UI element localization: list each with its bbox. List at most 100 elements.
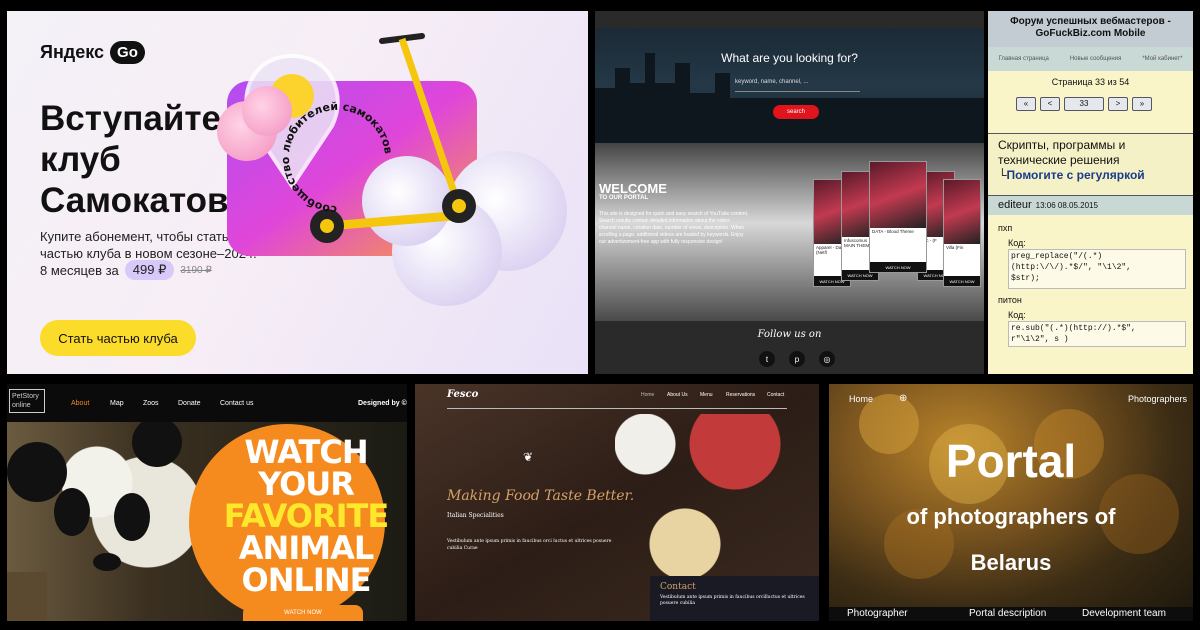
nav-zoos[interactable]: Zoos xyxy=(143,400,159,407)
white-cloud xyxy=(362,156,452,246)
footer-photographer[interactable]: Photographer xyxy=(847,608,908,619)
contact-text: Vestibulum ante ipsum primis in faucibus… xyxy=(660,595,805,606)
headline-line: ONLINE xyxy=(241,561,372,599)
watch-now-button[interactable]: WATCH NOW xyxy=(243,605,363,621)
menu-reservations[interactable]: Reservations xyxy=(726,392,755,398)
nav-divider xyxy=(447,408,787,409)
price-line: 8 месяцев за 499 ₽ 3190 ₽ xyxy=(40,260,212,280)
menu-about[interactable]: About Us xyxy=(667,392,688,398)
yandex-go-logo[interactable]: Яндекс Go xyxy=(40,41,145,64)
page-number-input[interactable]: 33 xyxy=(1064,97,1104,111)
nav-about[interactable]: About xyxy=(71,400,89,407)
forum-title-line: Форум успешных вебмастеров - xyxy=(1010,16,1171,27)
nav-donate[interactable]: Donate xyxy=(178,400,201,407)
footer-development-team[interactable]: Development team xyxy=(1082,608,1166,619)
code-label: Код: xyxy=(1008,310,1026,320)
search-button[interactable]: search xyxy=(773,105,819,119)
description: Vestibulum ante ipsum primis in faucibus… xyxy=(447,539,612,551)
nav-map[interactable]: Map xyxy=(110,400,124,407)
subtitle: Italian Specialities xyxy=(447,512,504,519)
nav-contact[interactable]: Contact us xyxy=(220,400,253,407)
menu-contact[interactable]: Contact xyxy=(767,392,784,398)
twitter-icon[interactable]: t xyxy=(759,351,775,367)
fesco-panel: Fesco Home About Us Menu Reservations Co… xyxy=(415,384,819,621)
headline-line: ANIMAL xyxy=(238,529,374,567)
tab-home[interactable]: Главная страница xyxy=(998,56,1048,62)
price-prefix: 8 месяцев за xyxy=(40,262,119,278)
forum-panel: Форум успешных вебмастеров - GoFuckBiz.c… xyxy=(988,11,1193,374)
post-author[interactable]: editeur xyxy=(998,199,1032,211)
join-club-button[interactable]: Стать частью клуба xyxy=(40,320,196,356)
logo-go-badge: Go xyxy=(110,41,145,64)
video-card[interactable]: DATA - Blood Theme WATCH NOW xyxy=(869,161,927,273)
headline-line: YOUR xyxy=(258,465,355,503)
footer-portal-description[interactable]: Portal description xyxy=(969,608,1046,619)
headline-line: WATCH xyxy=(244,433,368,471)
welcome-description: This site is designed for quick and easy… xyxy=(599,211,749,245)
designed-by: Designed by © xyxy=(358,400,407,407)
post-header: editeur 13:06 08.05.2015 xyxy=(988,195,1193,215)
price-badge: 499 ₽ xyxy=(124,260,175,280)
topic-header: Скрипты, программы и технические решения… xyxy=(988,133,1193,195)
logo-text: Яндекс xyxy=(40,42,105,62)
tab-my-account[interactable]: *Мой кабинет* xyxy=(1142,56,1182,62)
prev-page-button[interactable]: < xyxy=(1040,97,1060,111)
top-nav xyxy=(7,384,407,422)
topic-category[interactable]: Скрипты, программы и технические решения xyxy=(998,138,1183,168)
first-page-button[interactable]: « xyxy=(1016,97,1036,111)
petstory-logo[interactable]: PetStory online xyxy=(9,389,45,413)
autumn-leaves-photo xyxy=(859,394,1179,579)
video-card-caption: Villa (Fin xyxy=(946,244,964,250)
subtitle-line: Belarus xyxy=(970,550,1052,575)
contact-box: Contact Vestibulum ante ipsum primis in … xyxy=(650,576,819,621)
yandex-go-panel: Яндекс Go Вступайте в клуб Самокатов Куп… xyxy=(7,11,588,374)
tagline: Making Food Taste Better. xyxy=(447,488,635,504)
collage-root: Яндекс Go Вступайте в клуб Самокатов Куп… xyxy=(0,0,1200,630)
video-card[interactable]: Villa (Fin WATCH NOW xyxy=(943,179,981,287)
scooter-illustration: сообщество любителей самокатов xyxy=(217,33,567,306)
nav-photographers[interactable]: Photographers xyxy=(1128,394,1187,404)
pink-cloud xyxy=(242,86,292,136)
forum-nav: Главная страница Новые сообщения *Мой ка… xyxy=(988,47,1193,71)
code-block: preg_replace("/(.*) (http:\/\/).*$/", "\… xyxy=(1008,249,1186,289)
menu-menu[interactable]: Menu xyxy=(700,392,713,398)
pinterest-icon[interactable]: p xyxy=(789,351,805,367)
follow-us-label: Follow us on xyxy=(757,329,822,340)
photographers-panel: Home ⊕ Photographers Portal of photograp… xyxy=(829,384,1193,621)
pagination: « < 33 > » xyxy=(1016,97,1152,111)
topic-link[interactable]: Помогите с регуляркой xyxy=(1007,168,1145,182)
video-cards: Apparel - Dark (Netfl WATCH NOW Infuscom… xyxy=(813,161,983,301)
language-label: пхп xyxy=(998,223,1013,233)
contact-title[interactable]: Contact xyxy=(660,582,809,592)
welcome-subheading: TO OUR PORTAL xyxy=(599,195,649,201)
code-block: re.sub("(.*)(http://).*$", r"\1\2", s ) xyxy=(1008,321,1186,347)
subtitle-line: of photographers of xyxy=(906,504,1116,529)
globe-icon[interactable]: ⊕ xyxy=(899,393,907,404)
watch-now-button[interactable]: WATCH NOW xyxy=(870,262,926,272)
search-input[interactable]: keyword, name, channel, ... xyxy=(735,79,860,92)
search-title: What are you looking for? xyxy=(721,51,858,65)
language-label: питон xyxy=(998,295,1022,305)
video-portal-panel: What are you looking for? keyword, name,… xyxy=(595,11,984,374)
dribbble-icon[interactable]: ◎ xyxy=(819,351,835,367)
headline-line-highlight: FAVORITE xyxy=(223,497,389,535)
code-label: Код: xyxy=(1008,238,1026,248)
nav-home[interactable]: Home xyxy=(849,394,873,404)
welcome-heading: WELCOME xyxy=(599,181,667,196)
forum-title: Форум успешных вебмастеров - GoFuckBiz.c… xyxy=(988,11,1193,47)
tab-new-messages[interactable]: Новые сообщения xyxy=(1070,56,1121,62)
next-page-button[interactable]: > xyxy=(1108,97,1128,111)
page-title: Portal xyxy=(945,435,1077,487)
menu-home[interactable]: Home xyxy=(641,392,654,398)
page-indicator: Страница 33 из 54 xyxy=(1051,77,1130,87)
petstory-panel: PetStory online About Map Zoos Donate Co… xyxy=(7,384,407,621)
fesco-logo[interactable]: Fesco xyxy=(447,389,478,400)
forum-title-line: GoFuckBiz.com Mobile xyxy=(1035,28,1146,39)
leaf-icon: ❦ xyxy=(523,450,534,464)
last-page-button[interactable]: » xyxy=(1132,97,1152,111)
post-date: 13:06 08.05.2015 xyxy=(1035,201,1098,210)
footer-nav: Photographer Portal description Developm… xyxy=(829,607,1193,621)
watch-now-button[interactable]: WATCH NOW xyxy=(944,276,980,286)
video-card-caption: DATA - Blood Theme xyxy=(872,229,914,234)
hero-headline: WATCH YOUR FAVORITE ANIMAL ONLINE xyxy=(211,436,401,596)
